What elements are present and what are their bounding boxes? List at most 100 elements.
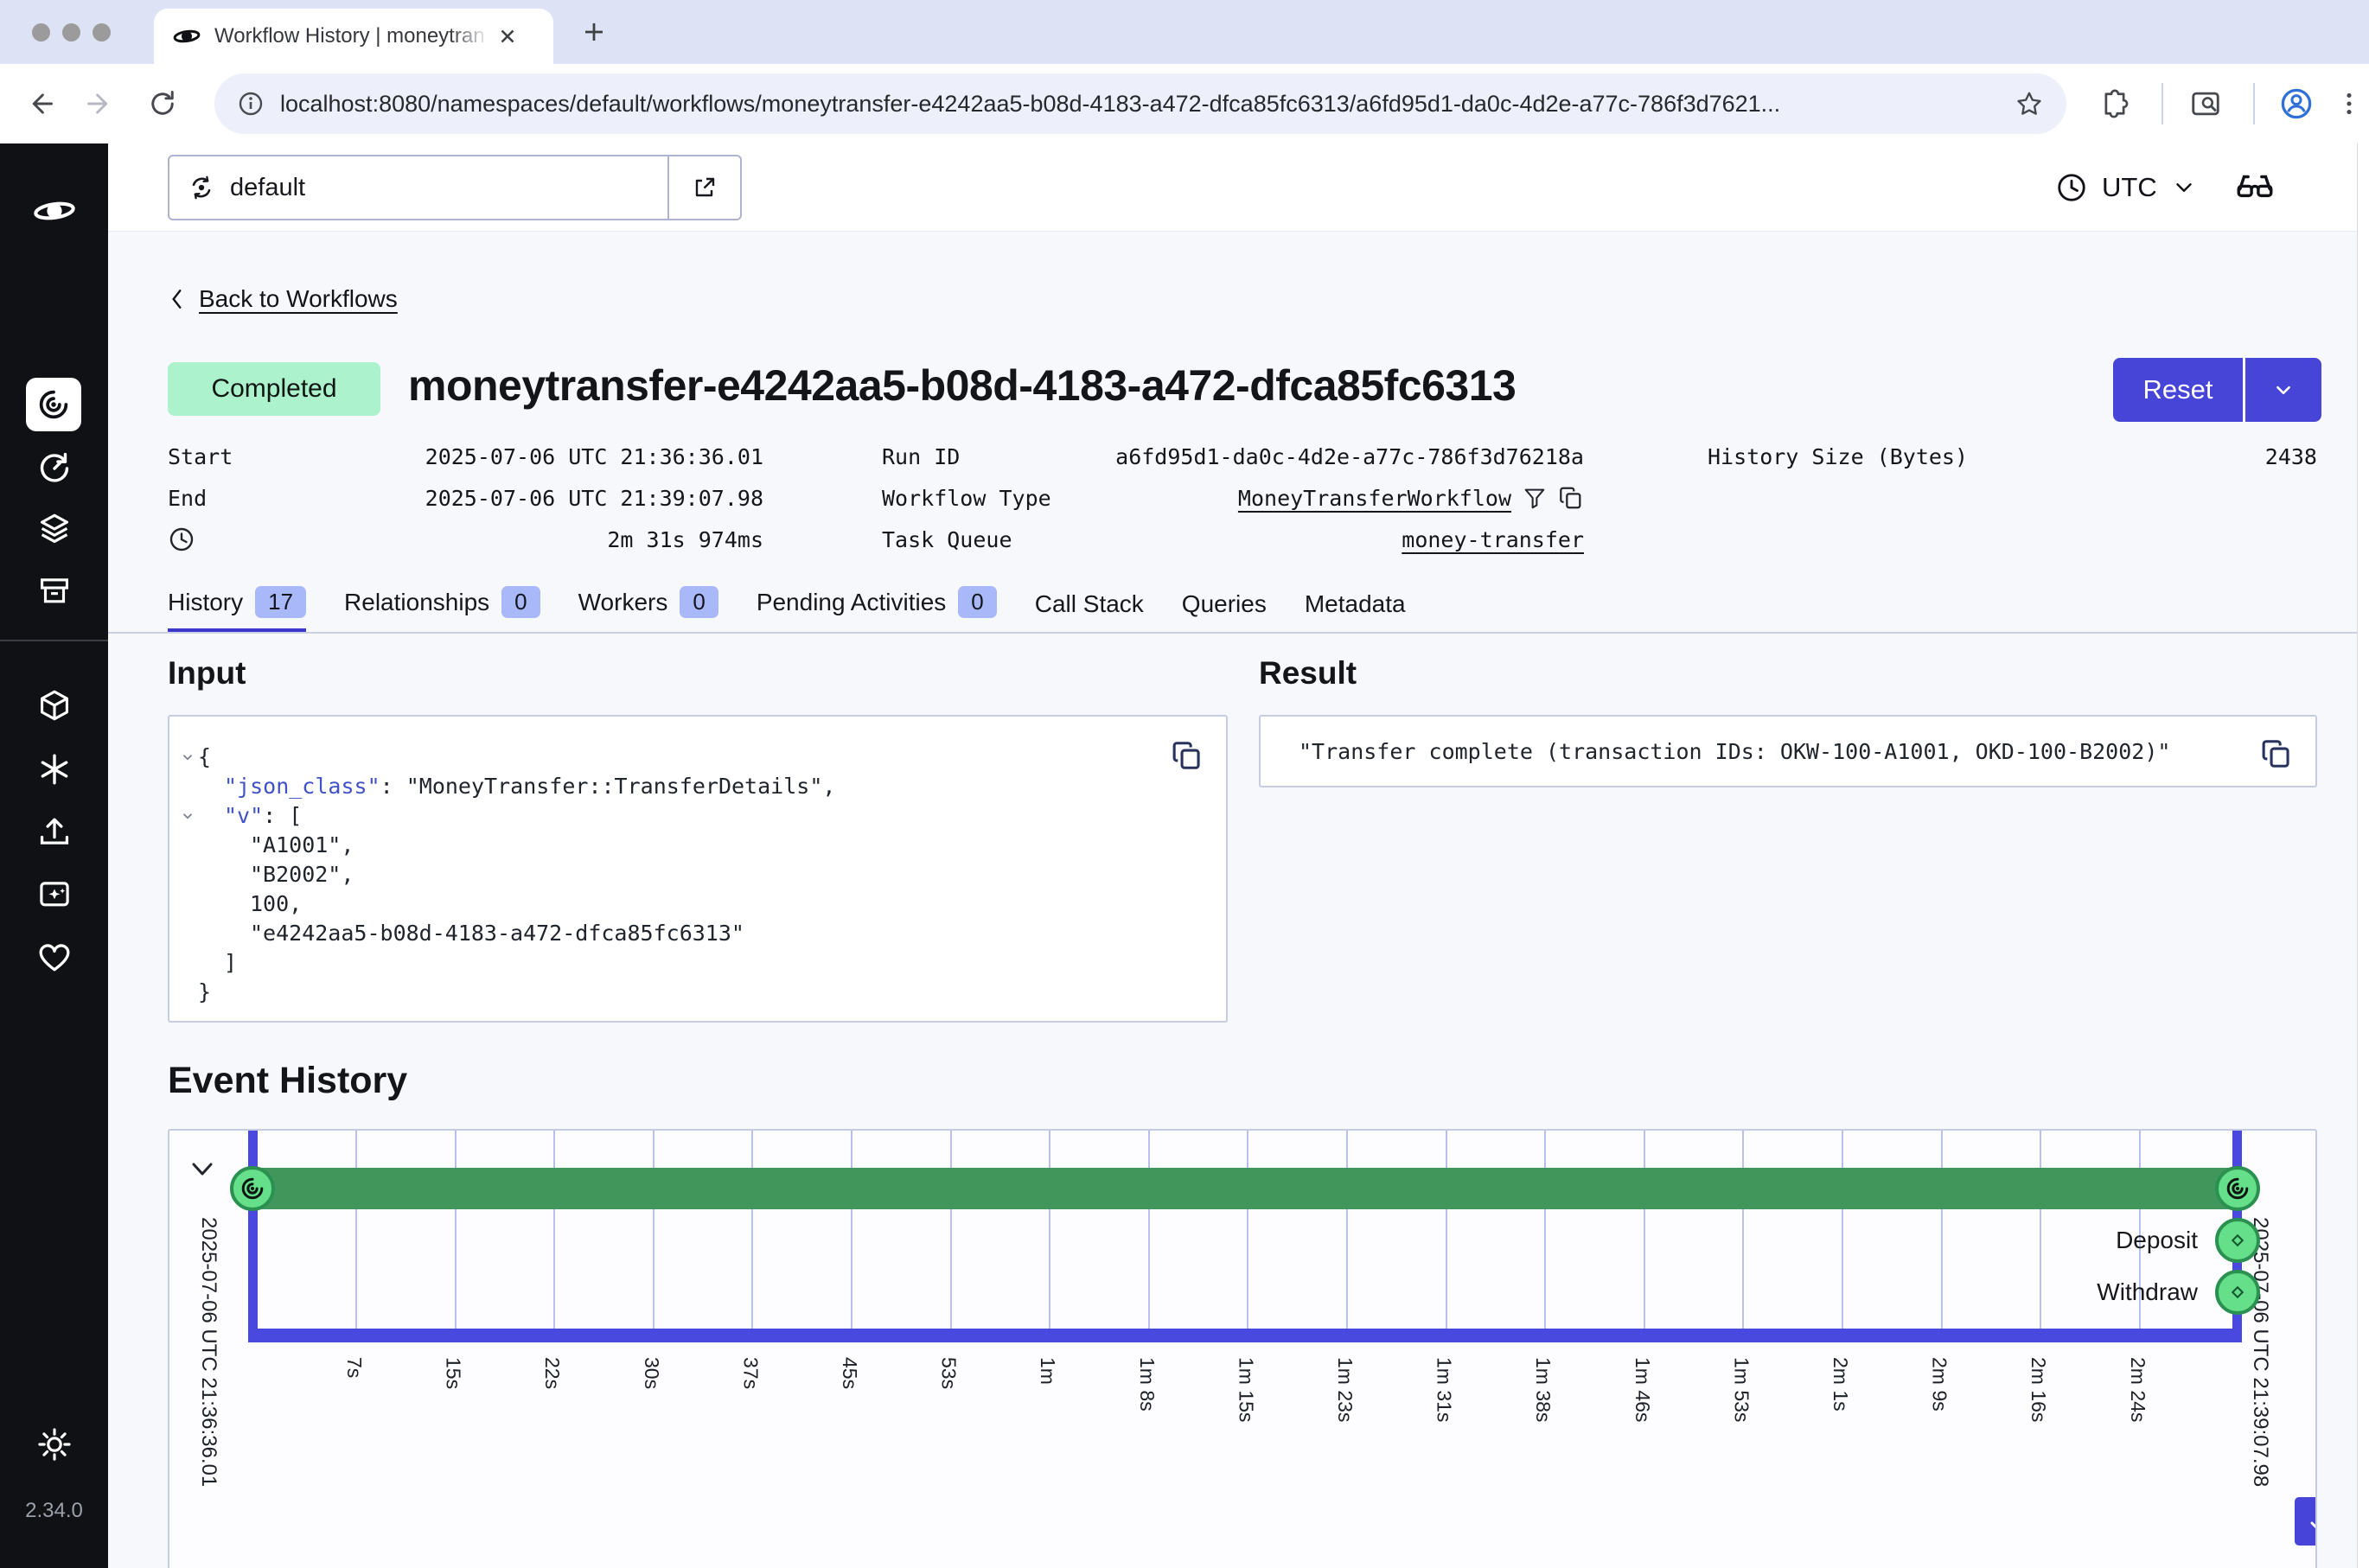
toolbar-divider-2 <box>2253 83 2255 124</box>
tab-call-stack[interactable]: Call Stack <box>1035 590 1144 633</box>
sidebar-item-workflows[interactable] <box>26 378 81 431</box>
tick-label: 45s <box>838 1357 861 1389</box>
window-minimize-button[interactable] <box>62 23 80 41</box>
detail-row-run-id: Run ID a6fd95d1-da0c-4d2e-a77c-786f3d762… <box>882 436 1584 477</box>
sidebar-item-codec[interactable] <box>36 687 73 723</box>
detail-row-duration: 2m 31s 974ms <box>168 519 763 560</box>
site-info-icon[interactable] <box>237 90 265 118</box>
gridline <box>455 1131 457 1329</box>
copy-icon[interactable] <box>1558 485 1584 511</box>
profile-icon[interactable] <box>2279 86 2314 121</box>
workflow-start-node[interactable] <box>230 1166 275 1211</box>
tab-count-badge: 17 <box>255 586 306 618</box>
sidebar-item-feedback[interactable] <box>35 939 73 977</box>
sidebar-divider <box>0 640 108 641</box>
tick-label: 1m <box>1036 1357 1059 1385</box>
extensions-icon[interactable] <box>2099 88 2130 119</box>
json-line: ] <box>169 948 1226 978</box>
detail-value: 2025-07-06 UTC 21:39:07.98 <box>425 486 763 511</box>
app-version: 2.34.0 <box>0 1499 108 1523</box>
input-json-lines: {"json_class": "MoneyTransfer::TransferD… <box>169 743 1226 1007</box>
window-zoom-button[interactable] <box>93 23 111 41</box>
url-text: localhost:8080/namespaces/default/workfl… <box>280 91 2015 118</box>
tick-label: 15s <box>442 1357 465 1389</box>
gridline <box>1446 1131 1447 1329</box>
timezone-select[interactable]: UTC <box>2055 143 2197 231</box>
timeline-start-label: 2025-07-06 UTC 21:36:36.01 <box>196 1217 220 1487</box>
clock-icon <box>2055 171 2088 204</box>
detail-row-end: End 2025-07-06 UTC 21:39:07.98 <box>168 477 763 519</box>
url-bar[interactable]: localhost:8080/namespaces/default/workfl… <box>214 73 2066 134</box>
tab-workers[interactable]: Workers0 <box>578 586 718 633</box>
workflow-end-node[interactable] <box>2215 1166 2260 1211</box>
back-icon[interactable] <box>24 88 55 119</box>
page-scrollbar[interactable] <box>2357 143 2369 1568</box>
sidebar-item-nexus[interactable] <box>36 751 73 787</box>
gridline <box>653 1131 655 1329</box>
json-value: ] <box>224 950 237 975</box>
browser-tabstrip: Workflow History | moneytran <box>0 0 2369 64</box>
labs-glasses-icon[interactable] <box>2233 166 2276 209</box>
bookmark-star-icon[interactable] <box>2015 89 2044 118</box>
tab-pending-activities[interactable]: Pending Activities0 <box>757 586 997 633</box>
timeline-collapse-chevron-icon[interactable] <box>188 1158 216 1181</box>
scroll-to-bottom-button[interactable] <box>2295 1497 2317 1546</box>
collapse-chevron-icon[interactable] <box>169 743 198 772</box>
gridline <box>1247 1131 1248 1329</box>
reload-icon[interactable] <box>147 88 178 119</box>
json-line: "json_class": "MoneyTransfer::TransferDe… <box>169 772 1226 801</box>
workflow-type-link[interactable]: MoneyTransferWorkflow <box>1238 486 1511 511</box>
result-panel: "Transfer complete (transaction IDs: OKW… <box>1259 715 2317 787</box>
sidebar-item-namespaces[interactable] <box>36 511 73 547</box>
sidebar-item-schedules[interactable] <box>36 450 73 487</box>
detail-label: Task Queue <box>882 527 1012 552</box>
tab-label: Relationships <box>344 589 489 616</box>
namespace-select[interactable]: default <box>168 155 742 220</box>
back-label: Back to Workflows <box>199 285 398 313</box>
gutter <box>169 919 198 948</box>
theme-toggle-sun-icon[interactable] <box>36 1426 73 1463</box>
result-value: "Transfer complete (transaction IDs: OKW… <box>1299 717 2170 786</box>
sidebar-item-archival[interactable] <box>36 573 73 609</box>
input-heading: Input <box>168 655 246 692</box>
reset-button[interactable]: Reset <box>2113 358 2243 422</box>
tab-close-icon[interactable] <box>496 25 519 48</box>
gridline <box>355 1131 357 1329</box>
json-value: } <box>198 979 211 1004</box>
collapse-chevron-icon[interactable] <box>169 801 198 831</box>
menu-dots-icon[interactable] <box>2334 89 2364 118</box>
tab-metadata[interactable]: Metadata <box>1305 590 1406 633</box>
temporal-logo-icon[interactable] <box>33 189 76 233</box>
sidebar-item-import[interactable] <box>36 813 73 850</box>
tab-history[interactable]: History17 <box>168 586 306 633</box>
tab-relationships[interactable]: Relationships 0 <box>344 586 540 633</box>
activity-label-withdraw: Withdraw <box>1938 1276 2198 1309</box>
input-copy-icon[interactable] <box>1171 739 1204 772</box>
sidebar-item-docs[interactable] <box>36 876 73 913</box>
window-close-button[interactable] <box>32 23 50 41</box>
json-line: "e4242aa5-b08d-4183-a472-dfca85fc6313" <box>169 919 1226 948</box>
tab-search-icon[interactable] <box>2189 87 2222 120</box>
filter-funnel-icon[interactable] <box>1522 485 1548 511</box>
workflow-execution-bar[interactable] <box>252 1168 2238 1209</box>
gridline <box>851 1131 852 1329</box>
tab-count-badge: 0 <box>501 586 540 618</box>
tick-label: 1m 38s <box>1531 1357 1555 1422</box>
activity-marker-withdraw[interactable] <box>2215 1270 2260 1315</box>
json-line: "B2002", <box>169 860 1226 889</box>
browser-tab[interactable]: Workflow History | moneytran <box>154 9 553 64</box>
json-value: "A1001", <box>250 832 354 857</box>
namespace-external-link-icon[interactable] <box>667 156 740 219</box>
activity-marker-deposit[interactable] <box>2215 1218 2260 1263</box>
detail-label: End <box>168 486 207 511</box>
task-queue-link[interactable]: money-transfer <box>1402 527 1584 552</box>
reset-menu-caret[interactable] <box>2245 358 2321 422</box>
back-to-workflows-link[interactable]: Back to Workflows <box>168 285 398 313</box>
main-content: Back to Workflows Completed moneytransfe… <box>108 232 2357 1568</box>
result-copy-icon[interactable] <box>2260 737 2293 770</box>
new-tab-button[interactable] <box>581 19 607 45</box>
browser-toolbar: localhost:8080/namespaces/default/workfl… <box>0 64 2369 143</box>
forward-icon[interactable] <box>85 88 116 119</box>
json-line: "v": [ <box>169 801 1226 831</box>
tab-queries[interactable]: Queries <box>1182 590 1267 633</box>
